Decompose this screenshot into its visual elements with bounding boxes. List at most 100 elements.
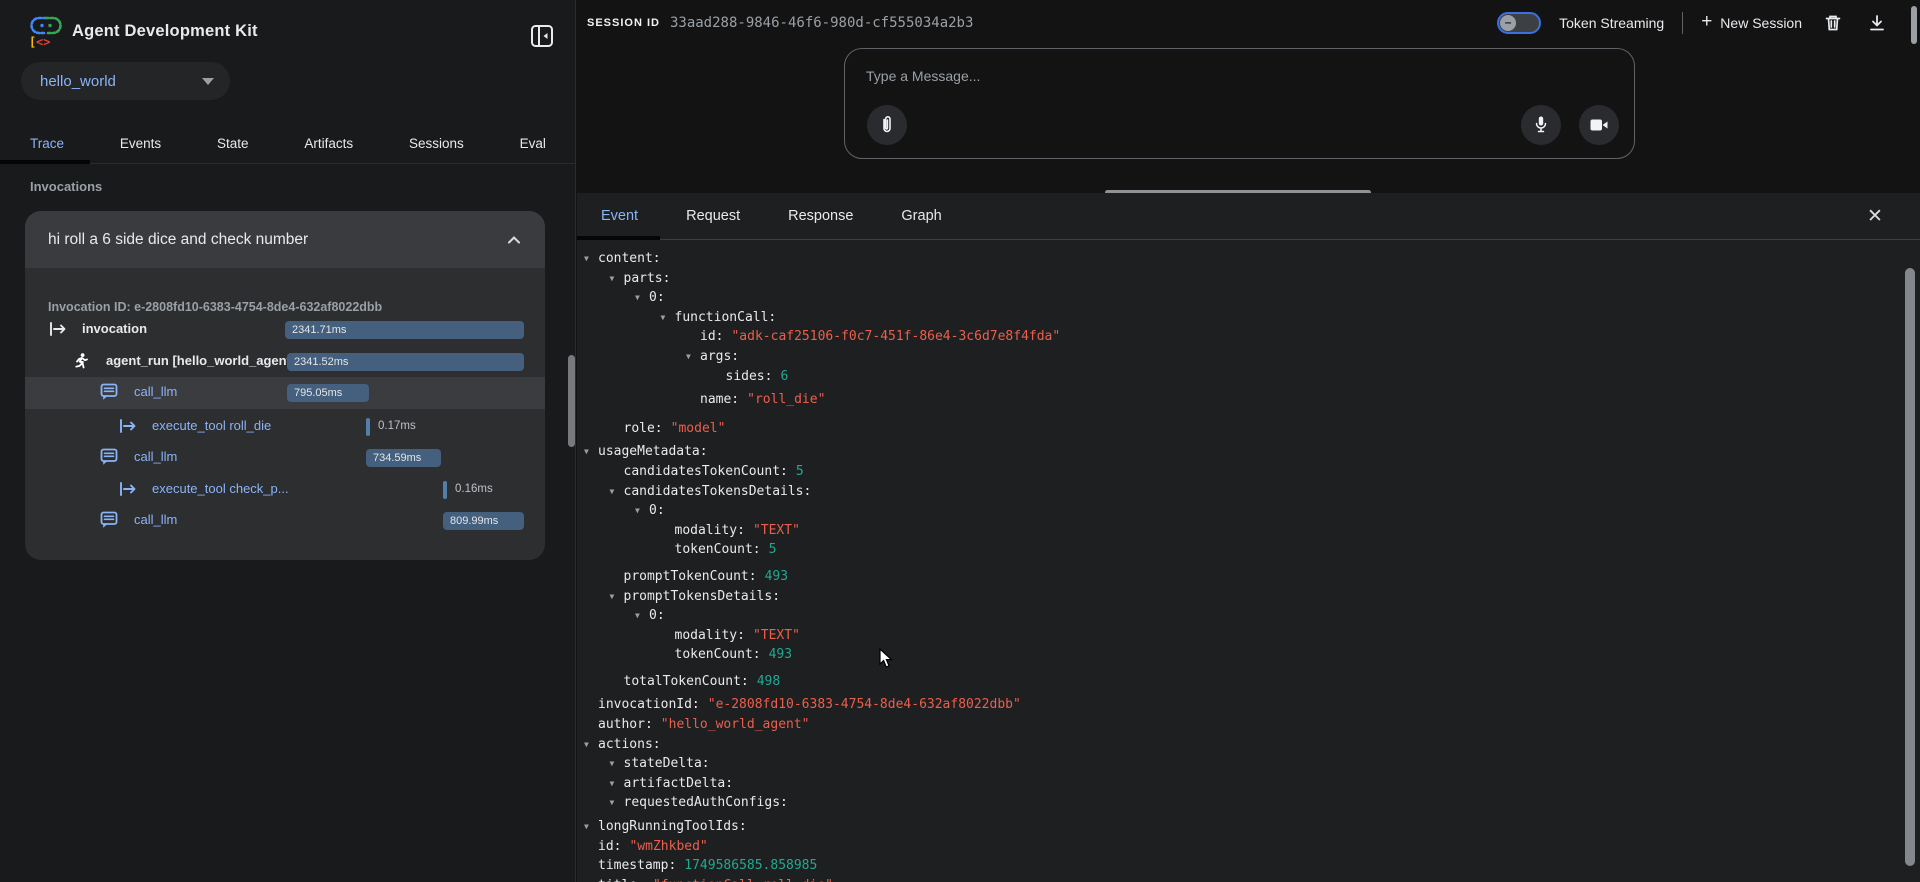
json-value: 1749586585.858985 (684, 856, 817, 876)
json-key: author: (598, 715, 653, 735)
json-line-functioncall: ▼functionCall: (577, 308, 1920, 328)
sidebar-tab-trace[interactable]: Trace (30, 136, 64, 151)
export-session-button[interactable] (1864, 10, 1890, 36)
trace-span-call-llm[interactable]: call_llm795.05ms (25, 377, 545, 409)
collapse-node-icon[interactable]: ▼ (584, 735, 598, 755)
attach-file-button[interactable] (867, 105, 907, 145)
json-key: candidatesTokensDetails: (624, 482, 812, 502)
json-key: timestamp: (598, 856, 676, 876)
sidebar-tab-sessions[interactable]: Sessions (409, 136, 464, 151)
collapse-node-icon[interactable]: ▼ (610, 754, 624, 774)
invocation-id: Invocation ID: e-2808fd10-6383-4754-8de4… (48, 300, 382, 314)
microphone-icon (1532, 115, 1550, 135)
collapse-node-icon[interactable]: ▼ (635, 606, 649, 626)
json-line-sides: sides:6 (577, 367, 1920, 387)
message-input-box[interactable]: Type a Message... (844, 48, 1635, 159)
json-key: id: (700, 327, 723, 347)
sidebar-tab-events[interactable]: Events (120, 136, 161, 151)
chevron-up-icon[interactable] (503, 229, 525, 251)
collapse-node-icon[interactable]: ▼ (686, 347, 700, 367)
sidebar-tab-artifacts[interactable]: Artifacts (304, 136, 353, 151)
microphone-button[interactable] (1521, 105, 1561, 145)
trace-span-call-llm[interactable]: call_llm809.99ms (25, 505, 545, 537)
json-line-title: title:"functionCall:roll_die" (577, 876, 1920, 882)
json-line-modality: modality: "TEXT" (577, 626, 1920, 646)
close-panel-button[interactable]: ✕ (1860, 201, 1890, 231)
collapse-node-icon[interactable]: ▼ (610, 482, 624, 502)
json-line-usagemetadata: ▼usageMetadata: (577, 442, 1920, 462)
invocation-card-header[interactable]: hi roll a 6 side dice and check number (25, 211, 545, 268)
detail-tab-response[interactable]: Response (764, 193, 877, 240)
token-streaming-toggle[interactable]: – (1497, 12, 1541, 34)
invocation-prompt: hi roll a 6 side dice and check number (48, 231, 503, 249)
collapse-panel-icon[interactable] (529, 23, 555, 49)
download-icon (1867, 13, 1887, 33)
json-value: "TEXT" (753, 521, 800, 541)
detail-scrollbar-thumb[interactable] (1905, 268, 1915, 866)
chat-icon (100, 383, 118, 401)
trace-duration-tick (366, 418, 370, 436)
agent-select-dropdown[interactable]: hello_world (21, 62, 230, 100)
chat-icon (100, 511, 118, 529)
json-key: parts: (624, 269, 671, 289)
json-key: modality: (675, 626, 745, 646)
trace-duration-label: 0.17ms (378, 420, 416, 432)
json-key: args: (700, 347, 739, 367)
json-value: "TEXT" (753, 626, 800, 646)
json-value: "e-2808fd10-6383-4754-8de4-632af8022dbb" (708, 695, 1021, 715)
collapse-node-icon[interactable]: ▼ (584, 442, 598, 462)
paperclip-icon (878, 115, 896, 135)
detail-tab-request[interactable]: Request (662, 193, 764, 240)
json-value: "wmZhkbed" (629, 837, 707, 857)
invocation-card: hi roll a 6 side dice and check number I… (25, 211, 545, 560)
top-bar: SESSION ID 33aad288-9846-46f6-980d-cf555… (577, 0, 1920, 46)
runner-icon (72, 352, 90, 372)
chevron-down-icon (202, 78, 214, 85)
json-key: invocationId: (598, 695, 700, 715)
new-session-button[interactable]: + New Session (1701, 13, 1802, 33)
trace-span-agent-run-hello-world-agent-[interactable]: agent_run [hello_world_agent]2341.52ms (25, 346, 545, 378)
trace-span-execute-tool-check-p-[interactable]: execute_tool check_p...0.16ms (25, 474, 545, 506)
json-value: 6 (780, 367, 788, 387)
json-key: functionCall: (675, 308, 777, 328)
detail-tab-graph[interactable]: Graph (877, 193, 965, 240)
trace-duration-bar: 734.59ms (366, 449, 441, 467)
collapse-node-icon[interactable]: ▼ (584, 817, 598, 837)
json-key: candidatesTokenCount: (624, 462, 788, 482)
arrow-right-icon (118, 417, 138, 435)
divider (1682, 12, 1683, 34)
json-line-prompttokencount: promptTokenCount:493 (577, 567, 1920, 587)
trace-span-call-llm[interactable]: call_llm734.59ms (25, 442, 545, 474)
trace-duration-label: 0.16ms (455, 483, 493, 495)
page-scrollbar-thumb[interactable] (1911, 6, 1917, 44)
camera-button[interactable] (1579, 105, 1619, 145)
sidebar-tab-eval[interactable]: Eval (520, 136, 546, 151)
trace-duration-bar: 795.05ms (287, 384, 369, 402)
collapse-node-icon[interactable]: ▼ (610, 774, 624, 794)
json-line-0: ▼0: (577, 288, 1920, 308)
collapse-node-icon[interactable]: ▼ (610, 269, 624, 289)
sidebar-scrollbar-thumb[interactable] (568, 355, 575, 447)
collapse-node-icon[interactable]: ▼ (635, 501, 649, 521)
json-key: longRunningToolIds: (598, 817, 747, 837)
collapse-node-icon[interactable]: ▼ (610, 587, 624, 607)
json-line-id: id:"adk-caf25106-f0c7-451f-86e4-3c6d7e8f… (577, 327, 1920, 347)
json-line-candidatestokensdetails: ▼candidatesTokensDetails: (577, 482, 1920, 502)
json-value: "roll_die" (747, 390, 825, 410)
sidebar-tabs: Trace Events State Artifacts Sessions Eval (0, 124, 576, 164)
sidebar-tab-state[interactable]: State (217, 136, 249, 151)
detail-tab-event[interactable]: Event (577, 193, 662, 240)
collapse-node-icon[interactable]: ▼ (584, 249, 598, 269)
collapse-node-icon[interactable]: ▼ (635, 288, 649, 308)
trace-span-label: invocation (82, 321, 147, 336)
trash-icon (1823, 13, 1843, 33)
collapse-node-icon[interactable]: ▼ (610, 793, 624, 813)
trace-duration-bar: 2341.52ms (287, 353, 524, 371)
collapse-node-icon[interactable]: ▼ (661, 308, 675, 328)
delete-session-button[interactable] (1820, 10, 1846, 36)
plus-icon: + (1701, 11, 1712, 33)
trace-span-invocation[interactable]: invocation2341.71ms (25, 314, 545, 346)
json-value: 5 (769, 540, 777, 560)
trace-span-execute-tool-roll-die[interactable]: execute_tool roll_die0.17ms (25, 411, 545, 443)
json-key: role: (624, 419, 663, 439)
